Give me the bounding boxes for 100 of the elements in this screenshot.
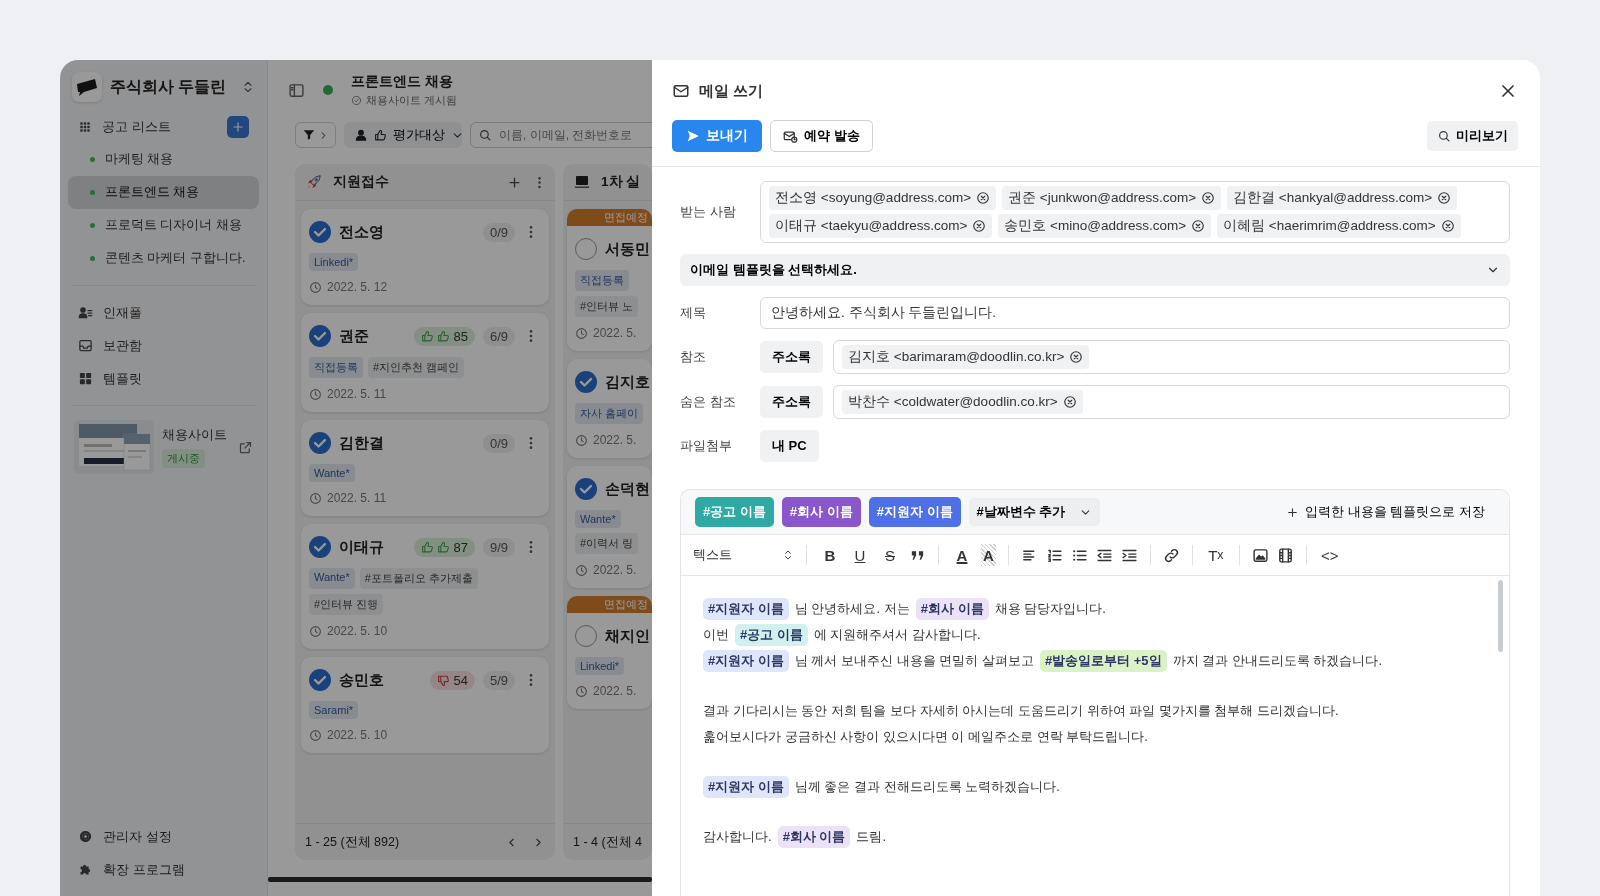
add-button[interactable] bbox=[227, 115, 249, 138]
squares-icon bbox=[78, 371, 93, 386]
schedule-button[interactable]: 예약 발송 bbox=[770, 120, 873, 152]
bold-button[interactable]: B bbox=[819, 544, 841, 566]
cc-field[interactable]: 김지호 <barimaram@doodlin.co.kr> bbox=[833, 340, 1510, 374]
field-label: 숨은 참조 bbox=[680, 393, 737, 411]
job-item[interactable]: 프로덕트 디자이너 채용 bbox=[68, 209, 259, 242]
link-icon[interactable] bbox=[1162, 546, 1180, 564]
status-badge: 게시중 bbox=[162, 449, 205, 468]
external-link-icon[interactable] bbox=[238, 439, 253, 455]
attach-button[interactable]: 내 PC bbox=[760, 430, 819, 462]
column-title: 지원접수 bbox=[333, 173, 390, 191]
checkbox[interactable] bbox=[575, 238, 597, 260]
scrollbar[interactable] bbox=[268, 877, 652, 882]
image-icon[interactable] bbox=[1251, 546, 1269, 564]
text-color-button[interactable]: A bbox=[951, 544, 973, 566]
remove-icon[interactable] bbox=[1191, 219, 1206, 233]
nav-item[interactable]: 템플릿 bbox=[68, 362, 259, 395]
job-item[interactable]: 마케팅 채용 bbox=[68, 143, 259, 176]
checkbox[interactable] bbox=[309, 536, 331, 558]
site-card[interactable]: 채용사이트 게시중 bbox=[68, 416, 259, 478]
checkbox[interactable] bbox=[575, 371, 597, 393]
candidate-name: 김지호 bbox=[605, 372, 650, 392]
text-style-select[interactable]: 텍스트 bbox=[693, 546, 806, 564]
clock-icon bbox=[575, 433, 588, 447]
send-button[interactable]: 보내기 bbox=[672, 120, 762, 152]
candidate-name: 전소영 bbox=[339, 222, 385, 242]
remove-icon[interactable] bbox=[1437, 191, 1452, 205]
nav-item[interactable]: 확장 프로그램 bbox=[68, 853, 259, 886]
nav-item[interactable]: 관리자 설정 bbox=[68, 820, 259, 853]
remove-icon[interactable] bbox=[1062, 395, 1077, 409]
body-text: 이번 bbox=[703, 626, 729, 644]
candidate-card[interactable]: 김지호 자사 홈페이 2022. 5. bbox=[567, 359, 652, 458]
body-text: 님 안녕하세요. 저는 bbox=[794, 600, 910, 618]
checkbox[interactable] bbox=[309, 432, 331, 454]
panel-title: 메일 쓰기 bbox=[699, 81, 765, 101]
remove-icon[interactable] bbox=[1069, 350, 1084, 364]
body-text: 훑어보시다가 궁금하신 사항이 있으시다면 이 메일주소로 연락 부탁드립니다. bbox=[703, 728, 1148, 746]
candidate-card[interactable]: 김한결 0/9 Wante* 2022. 5. 11 bbox=[301, 420, 549, 516]
candidate-card[interactable]: 이태규 87 9/9 Wante* #포트폴리오 추가제출 #인터뷰 진행 2022. 5. 10 bbox=[301, 524, 549, 649]
remove-icon[interactable] bbox=[1201, 191, 1216, 205]
thumbs-up-icon bbox=[421, 540, 435, 554]
bcc-field[interactable]: 박찬수 <coldwater@doodlin.co.kr> bbox=[833, 385, 1510, 419]
status-banner: 면접예정 bbox=[567, 596, 652, 613]
candidate-card[interactable]: 면접예정 서동민 직접등록 #인터뷰 노 2022. 5. bbox=[567, 209, 652, 351]
recipients-field[interactable]: 전소영 <soyung@address.com> 권준 <junkwon@address.com> 김한결 <hankyal@address.com> 이태규 <taekyu@address.com> 송민호 <mino@address.com> 이혜림 <haerimrim@address.com> bbox=[760, 181, 1510, 243]
checkbox[interactable] bbox=[575, 478, 597, 500]
underline-button[interactable]: U bbox=[849, 544, 871, 566]
job-item[interactable]: 콘텐츠 마케터 구합니다. bbox=[68, 242, 259, 275]
status-banner: 면접예정 bbox=[567, 209, 652, 226]
preview-button[interactable]: 미리보기 bbox=[1427, 121, 1518, 151]
settings-icon bbox=[78, 829, 93, 844]
save-template-button[interactable]: 입력한 내용을 템플릿으로 저장 bbox=[1286, 503, 1495, 521]
candidate-card[interactable]: 권준 85 6/9 직접등록 #지인추천 캠페인 2022. 5. 11 bbox=[301, 313, 549, 412]
checkbox[interactable] bbox=[575, 625, 597, 647]
candidate-card[interactable]: 면접예정 채지인 Linkedi* 2022. 5. bbox=[567, 596, 652, 709]
recipient-chip: 김한결 <hankyal@address.com> bbox=[1227, 186, 1458, 210]
address-book-button[interactable]: 주소록 bbox=[760, 341, 823, 373]
code-view-button[interactable]: <> bbox=[1318, 544, 1341, 566]
filter-dropdown[interactable]: 평가대상 bbox=[344, 122, 462, 148]
search-field[interactable]: 이름, 이메일, 전화번호로 bbox=[470, 122, 652, 148]
progress-count: 6/9 bbox=[482, 326, 515, 346]
date: 2022. 5. bbox=[593, 326, 637, 340]
job-item[interactable]: 프론트엔드 채용 bbox=[68, 176, 259, 209]
film-icon[interactable] bbox=[1276, 546, 1294, 564]
variable-button[interactable]: #지원자 이름 bbox=[868, 497, 961, 527]
checkbox[interactable] bbox=[309, 221, 331, 243]
date-variable-dropdown[interactable]: #날짜변수 추가 bbox=[968, 498, 1101, 526]
plus-icon bbox=[231, 119, 245, 134]
date: 2022. 5. 10 bbox=[327, 728, 388, 742]
progress-count: 5/9 bbox=[482, 670, 515, 690]
remove-icon[interactable] bbox=[976, 191, 991, 205]
nav-item[interactable]: 보관함 bbox=[68, 329, 259, 362]
scrollbar-thumb[interactable] bbox=[1498, 580, 1503, 652]
plus-icon[interactable] bbox=[507, 174, 522, 190]
nav-item[interactable]: 인재풀 bbox=[68, 296, 259, 329]
remove-icon[interactable] bbox=[1440, 219, 1455, 233]
variable-button[interactable]: #회사 이름 bbox=[781, 497, 861, 527]
sidebar-toggle-icon[interactable] bbox=[288, 81, 305, 99]
logo-icon bbox=[76, 78, 98, 96]
job-title: 프론트엔드 채용 bbox=[351, 72, 454, 91]
variable-tag: #회사 이름 bbox=[777, 826, 851, 848]
clock-icon bbox=[575, 326, 588, 340]
strikethrough-button[interactable]: S bbox=[879, 544, 901, 566]
status-dot bbox=[323, 85, 333, 95]
candidate-card[interactable]: 송민호 54 5/9 Sarami* 2022. 5. 10 bbox=[301, 657, 549, 753]
date: 2022. 5. 12 bbox=[327, 280, 388, 294]
address-book-button[interactable]: 주소록 bbox=[760, 386, 823, 418]
pagination-text: 1 - 25 (전체 892) bbox=[305, 833, 401, 851]
candidate-card[interactable]: 전소영 0/9 Linkedi* 2022. 5. 12 bbox=[301, 209, 549, 305]
thumbs-up-icon bbox=[421, 329, 435, 343]
template-dropdown[interactable]: 이메일 템플릿을 선택하세요. bbox=[680, 254, 1510, 286]
highlight-button[interactable]: A bbox=[981, 544, 996, 566]
checkbox[interactable] bbox=[309, 325, 331, 347]
subject-field[interactable]: 안녕하세요. 주식회사 두들린입니다. bbox=[760, 297, 1510, 329]
checkbox[interactable] bbox=[309, 669, 331, 691]
candidate-card[interactable]: 손덕현 Wante* #이력서 링 2022. 5. bbox=[567, 466, 652, 588]
filter-button[interactable] bbox=[295, 122, 336, 148]
remove-icon[interactable] bbox=[972, 219, 987, 233]
source-tag: 자사 홈페이 bbox=[575, 403, 644, 424]
